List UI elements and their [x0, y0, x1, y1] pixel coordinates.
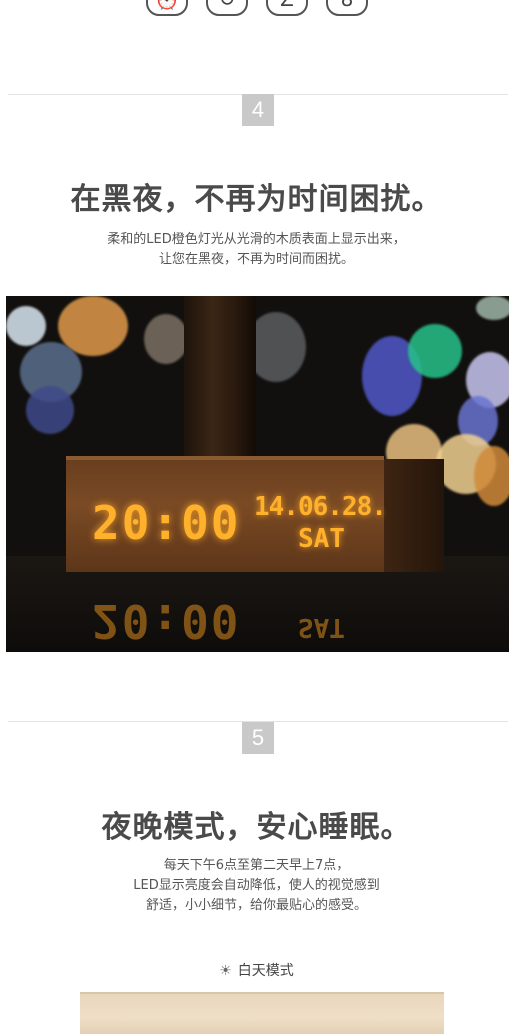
- reflected-day: SAT: [298, 612, 345, 642]
- day-mode-text: 白天模式: [237, 963, 294, 979]
- description-line: 柔和的LED橙色灯光从光滑的木质表面上显示出来，: [107, 232, 406, 247]
- bokeh-light: [476, 296, 509, 320]
- wooden-clock-day: [80, 992, 444, 1034]
- section-number-badge: 4: [242, 94, 274, 126]
- reflected-time: 20:00: [92, 594, 241, 648]
- bokeh-light: [26, 386, 74, 434]
- sun-icon: ☀: [219, 963, 232, 979]
- clock-side: [384, 459, 444, 572]
- description-line: 每天下午6点至第二天早上7点，: [163, 858, 350, 873]
- description-line: LED显示亮度会自动降低，使人的视觉感到: [133, 878, 380, 893]
- feature-icon-row: ⏰ ↻ Z 8: [0, 0, 513, 20]
- product-photo-night: 20:00 14.06.28. SAT 20:00 SAT: [6, 296, 509, 652]
- section-title: 在黑夜，不再为时间困扰。: [70, 182, 443, 217]
- led-time-display: 20:00: [92, 496, 241, 550]
- led-date-display: 14.06.28.: [254, 492, 387, 522]
- description-line: 舒适，小小细节，给你最贴心的感受。: [145, 898, 367, 913]
- bokeh-light: [408, 324, 462, 378]
- alarm-icon: ⏰: [146, 0, 188, 16]
- section-number-badge: 5: [242, 722, 274, 754]
- lamp-stand: [184, 296, 256, 466]
- clock-reflection: 20:00 SAT: [66, 580, 384, 652]
- sleep-icon: Z: [266, 0, 308, 16]
- section-title: 夜晚模式，安心睡眠。: [101, 810, 412, 845]
- section-description: 每天下午6点至第二天早上7点， LED显示亮度会自动降低，使人的视觉感到 舒适，…: [0, 856, 513, 916]
- bokeh-light: [474, 446, 509, 506]
- description-line: 让您在黑夜，不再为时间而困扰。: [158, 252, 354, 267]
- refresh-icon: ↻: [206, 0, 248, 16]
- thermometer-icon: 8: [326, 0, 368, 16]
- led-day-display: SAT: [298, 524, 345, 554]
- bokeh-light: [6, 306, 46, 346]
- day-mode-label: ☀ 白天模式: [0, 960, 513, 980]
- bokeh-light: [144, 314, 188, 364]
- section-description: 柔和的LED橙色灯光从光滑的木质表面上显示出来， 让您在黑夜，不再为时间而困扰。: [0, 230, 513, 270]
